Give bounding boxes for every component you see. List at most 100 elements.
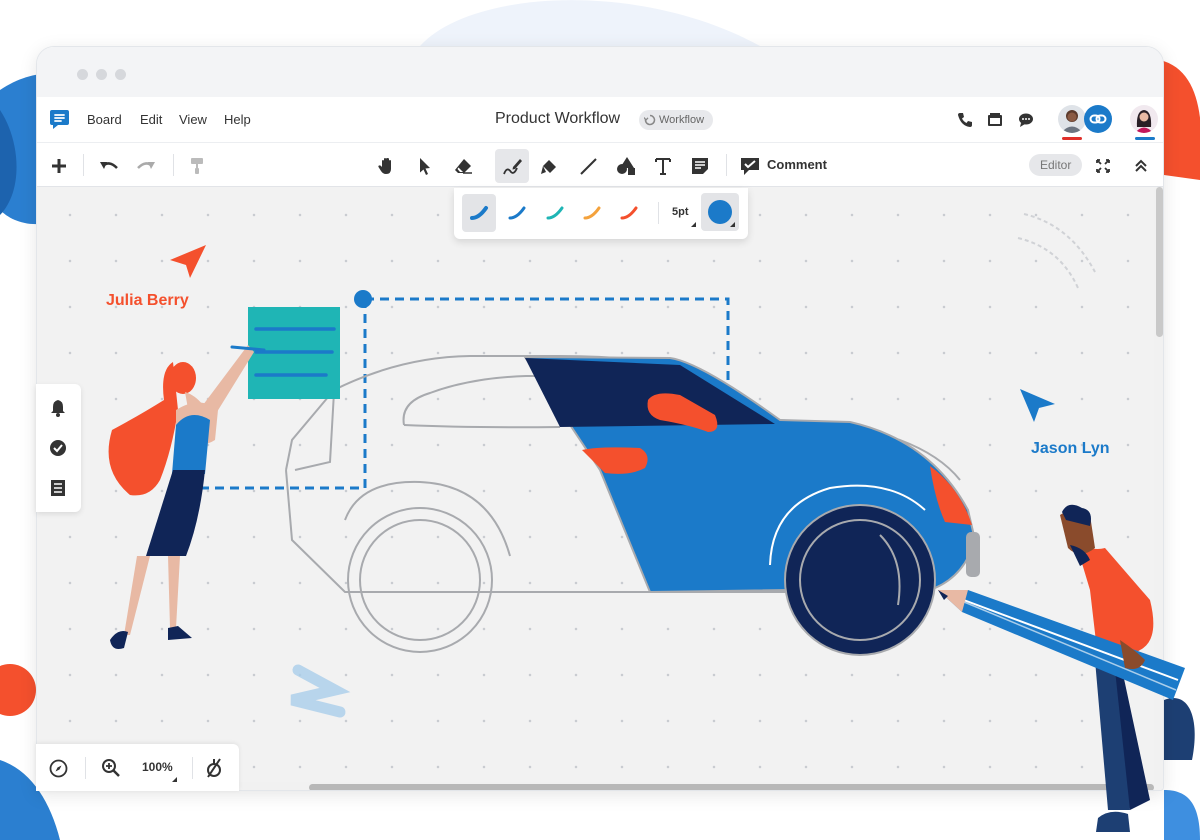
- menu-help[interactable]: Help: [224, 112, 251, 127]
- collaborator-name-julia: Julia Berry: [106, 292, 189, 309]
- color-picker[interactable]: [701, 193, 739, 231]
- comment-label[interactable]: Comment: [767, 157, 827, 172]
- undo-button[interactable]: [92, 149, 126, 183]
- pen-stroke-option[interactable]: [575, 194, 609, 232]
- eraser-icon: [455, 159, 472, 174]
- pen-tool[interactable]: [495, 149, 529, 183]
- list-icon[interactable]: [48, 478, 68, 498]
- person-icon: [1135, 110, 1153, 133]
- menu-view[interactable]: View: [179, 112, 207, 127]
- menu-bar: Board Edit View Help Product Workflow Wo…: [37, 97, 1163, 143]
- menu-edit[interactable]: Edit: [140, 112, 162, 127]
- chat-icon[interactable]: [1017, 111, 1035, 129]
- hand-tool[interactable]: [370, 149, 404, 183]
- link-icon: [1089, 114, 1107, 124]
- comment-button[interactable]: [733, 149, 767, 183]
- zoom-divider: [85, 757, 86, 779]
- collapse-icon: [1135, 159, 1147, 172]
- pen-stroke-icon: [546, 206, 564, 220]
- window-dot-1[interactable]: [77, 69, 88, 80]
- add-icon: [52, 159, 66, 173]
- collaborator-name-jason: Jason Lyn: [1031, 440, 1110, 457]
- eraser-tool[interactable]: [446, 149, 480, 183]
- toolbar-divider: [83, 154, 84, 176]
- window-dot-3[interactable]: [115, 69, 126, 80]
- sticky-note-tool[interactable]: [683, 149, 717, 183]
- compass-icon[interactable]: [49, 759, 68, 778]
- highlighter-icon: [541, 160, 556, 174]
- pen-stroke-option[interactable]: [612, 194, 646, 232]
- snap-off-icon[interactable]: [205, 757, 223, 779]
- select-tool[interactable]: [408, 149, 442, 183]
- pen-icon: [503, 159, 522, 175]
- share-link-button[interactable]: [1084, 105, 1112, 133]
- workflow-icon: [644, 114, 656, 126]
- window-titlebar: [37, 47, 1163, 97]
- pen-stroke-icon: [508, 206, 526, 220]
- document-title[interactable]: Product Workflow: [495, 110, 620, 128]
- dropdown-corner: [730, 222, 735, 227]
- comment-icon: [741, 158, 759, 175]
- left-side-panel: [36, 384, 81, 512]
- pen-stroke-icon: [470, 206, 488, 220]
- add-button[interactable]: [42, 149, 76, 183]
- video-icon[interactable]: [986, 111, 1004, 129]
- pen-stroke-icon: [620, 206, 638, 220]
- check-circle-icon[interactable]: [48, 438, 68, 458]
- vertical-scrollbar[interactable]: [1154, 187, 1163, 790]
- avatar-underline: [1062, 137, 1082, 140]
- shapes-tool[interactable]: [609, 149, 643, 183]
- horizontal-scrollbar[interactable]: [237, 782, 1154, 790]
- sticky-note-icon: [692, 158, 708, 174]
- line-tool[interactable]: [571, 149, 605, 183]
- selected-color: [708, 200, 732, 224]
- phone-icon[interactable]: [956, 111, 974, 129]
- workflow-badge[interactable]: Workflow: [639, 110, 714, 130]
- collapse-toolbar-button[interactable]: [1124, 149, 1158, 183]
- scroll-thumb[interactable]: [1156, 187, 1163, 337]
- text-icon: [655, 158, 671, 175]
- zoom-bar: 100%: [36, 744, 239, 791]
- toolbar-divider: [726, 154, 727, 176]
- text-tool[interactable]: [646, 149, 680, 183]
- toolbar: Comment Editor: [37, 143, 1163, 187]
- shapes-icon: [617, 157, 635, 175]
- menu-board[interactable]: Board: [87, 112, 122, 127]
- pen-stroke-option[interactable]: [462, 194, 496, 232]
- zoom-in-icon[interactable]: [101, 758, 121, 778]
- toolbar-divider: [173, 154, 174, 176]
- scroll-thumb[interactable]: [309, 784, 1154, 790]
- fullscreen-icon: [1096, 159, 1110, 173]
- pen-stroke-option[interactable]: [500, 194, 534, 232]
- app-logo-icon[interactable]: [48, 109, 71, 130]
- app-window: Board Edit View Help Product Workflow Wo…: [36, 46, 1164, 791]
- highlighter-tool[interactable]: [533, 149, 567, 183]
- fullscreen-button[interactable]: [1086, 149, 1120, 183]
- pen-stroke-icon: [583, 206, 601, 220]
- dropdown-corner: [691, 222, 696, 227]
- format-painter-icon: [191, 158, 203, 174]
- stroke-size-selector[interactable]: 5pt: [672, 206, 689, 218]
- person-icon: [1061, 110, 1083, 133]
- workflow-badge-label: Workflow: [659, 114, 705, 126]
- avatar-underline: [1135, 137, 1155, 140]
- zoom-level[interactable]: 100%: [142, 760, 173, 774]
- format-painter-button[interactable]: [180, 149, 214, 183]
- screenshot-stage: Board Edit View Help Product Workflow Wo…: [0, 0, 1200, 840]
- editor-mode-badge[interactable]: Editor: [1029, 154, 1083, 176]
- bell-icon[interactable]: [48, 398, 68, 418]
- avatar-user-2[interactable]: [1130, 105, 1158, 133]
- avatar-user-1[interactable]: [1058, 105, 1086, 133]
- line-icon: [580, 158, 597, 175]
- pen-stroke-option[interactable]: [538, 194, 572, 232]
- select-arrow-icon: [420, 158, 430, 175]
- window-dot-2[interactable]: [96, 69, 107, 80]
- popover-divider: [658, 202, 659, 224]
- undo-icon: [100, 162, 118, 169]
- redo-icon: [137, 162, 155, 169]
- pen-options-popover: 5pt: [454, 188, 748, 239]
- hand-icon: [378, 158, 391, 174]
- whiteboard-canvas[interactable]: [37, 187, 1154, 782]
- redo-button[interactable]: [129, 149, 163, 183]
- zoom-divider: [192, 757, 193, 779]
